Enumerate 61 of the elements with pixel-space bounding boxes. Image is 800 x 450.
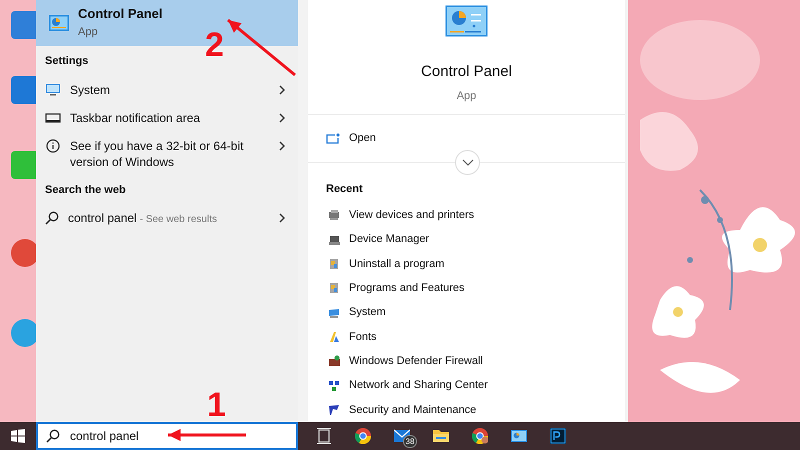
firewall-icon [328,355,340,368]
control-panel-icon [445,5,488,37]
section-heading: Settings [45,54,88,69]
fonts-icon [328,330,340,343]
recent-item[interactable]: Windows Defender Firewall [308,349,625,374]
search-icon [46,429,60,443]
arrow [227,18,296,76]
settings-applet-icon [328,282,340,294]
search-icon [45,211,59,225]
taskbar-icon [45,110,61,124]
windows-icon [11,429,25,443]
photoshop-icon [550,428,566,444]
result-title: Control Panel [78,6,163,22]
recent-item[interactable]: Programs and Features [308,276,625,300]
recent-item[interactable]: Security and Maintenance [308,398,625,422]
web-hint: - See web results [140,213,217,227]
item-label: Taskbar notification area [70,110,202,126]
section-heading: Recent [325,182,364,197]
taskbar-app[interactable]: 38 [382,422,421,450]
app-title: Control Panel [421,62,512,82]
settings-applet-icon [328,306,340,319]
info-icon [45,138,61,152]
recent-item[interactable]: System [308,300,625,325]
web-result-item[interactable]: control panel - See web results [36,204,298,232]
task-view-icon [316,428,332,444]
settings-applet-icon [328,234,340,246]
search-field[interactable]: control panel [36,422,298,450]
chrome-icon [472,428,488,444]
recent-item[interactable]: Network and Sharing Center [308,373,625,398]
settings-applet-icon [328,258,340,270]
folder-icon [432,428,448,444]
network-icon [328,380,340,392]
monitor-icon [45,82,61,96]
recent-item[interactable]: Uninstall a program [308,252,625,276]
item-label: System [70,82,112,98]
recent-item[interactable]: Fonts [308,324,625,350]
recent-item[interactable]: View devices and printers [308,203,625,228]
step-number: 1 [207,388,226,422]
open-icon [326,132,340,144]
chevron-icon [279,84,286,94]
settings-applet-icon [328,209,340,222]
settings-applet-icon [328,404,340,416]
web-query: control panel [68,210,137,227]
result-type: App [78,25,99,40]
notification-badge: 38 [403,435,417,448]
control-panel-icon [510,428,526,444]
app-type: App [456,88,476,104]
settings-item[interactable]: System [36,76,298,104]
settings-item[interactable]: Taskbar notification area [36,104,298,132]
expand-button[interactable] [455,150,480,175]
chrome-icon [354,428,370,444]
recent-item[interactable]: Device Manager [308,228,625,252]
chevron-icon [279,140,286,150]
chevron-icon [279,112,286,122]
desktop-icon[interactable] [10,75,36,105]
settings-item[interactable]: See if you have a 32-bit or 64-bit version of Windows [36,132,298,176]
chevron-icon [279,213,286,223]
control-panel-icon [48,14,70,32]
item-label: See if you have a 32-bit or 64-bit version of Windows [70,138,244,170]
section-heading: Search the web [45,182,126,198]
chevron-down-icon [462,158,474,166]
